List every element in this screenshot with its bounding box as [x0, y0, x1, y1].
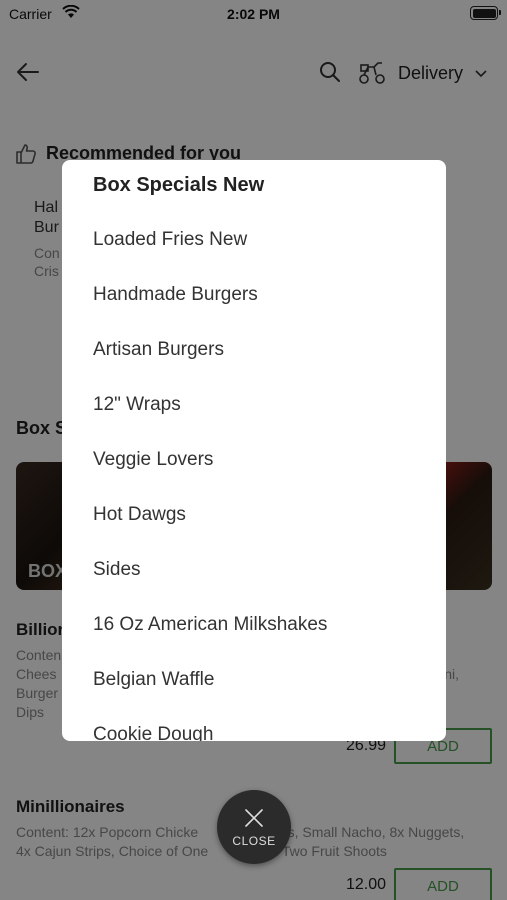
category-item[interactable]: Loaded Fries New: [62, 212, 446, 267]
close-label: CLOSE: [232, 834, 276, 848]
close-icon: [245, 809, 263, 827]
category-item[interactable]: Artisan Burgers: [62, 322, 446, 377]
category-item[interactable]: 16 Oz American Milkshakes: [62, 597, 446, 652]
category-item[interactable]: Hot Dawgs: [62, 487, 446, 542]
category-item[interactable]: Sides: [62, 542, 446, 597]
category-item[interactable]: Cookie Dough: [62, 707, 446, 741]
category-item[interactable]: Belgian Waffle: [62, 652, 446, 707]
category-item[interactable]: Veggie Lovers: [62, 432, 446, 487]
category-item[interactable]: 12" Wraps: [62, 377, 446, 432]
category-picker-modal: Box Specials New Loaded Fries New Handma…: [62, 160, 446, 741]
close-button[interactable]: CLOSE: [217, 790, 291, 864]
modal-title[interactable]: Box Specials New: [93, 174, 264, 197]
category-item[interactable]: Handmade Burgers: [62, 267, 446, 322]
category-list: Loaded Fries New Handmade Burgers Artisa…: [62, 212, 446, 741]
